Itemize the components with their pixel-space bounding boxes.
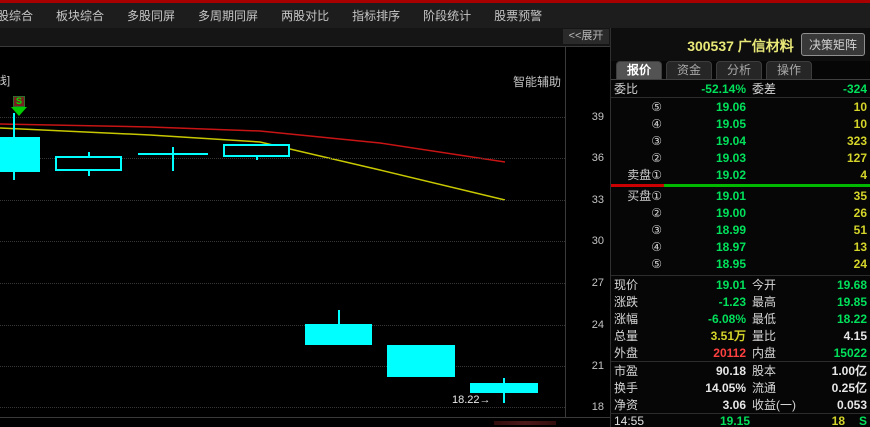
tick-trade-row[interactable]: 14:55 19.15 18 S (611, 414, 870, 427)
buy-levels: 买盘① 19.01 35 ② 19.00 26 ③ 18.99 51 (611, 187, 870, 272)
buy-level-row[interactable]: ③ 18.99 51 (611, 221, 870, 238)
buy-level-row[interactable]: ④ 18.97 13 (611, 238, 870, 255)
low-price-annotation: 18.22→ (452, 394, 491, 406)
y-axis-label: 39 (574, 111, 604, 123)
quote-tab[interactable]: 分析 (716, 61, 762, 79)
detail-row: 涨跌 -1.23 最高 19.85 (611, 293, 870, 310)
chart-header-strip (0, 28, 610, 47)
menu-item[interactable]: 股票预警 (494, 7, 542, 24)
y-axis-label: 33 (574, 194, 604, 206)
kline-chart-pane: <<展开 线] 智能辅助 S 18.22→ 39 36 33 30 27 24 21 18 (0, 28, 610, 427)
gridline (0, 241, 565, 242)
sell-levels: ⑤ 19.06 10 ④ 19.05 10 ③ 19.04 323 ② (611, 98, 870, 183)
divider-green-segment (664, 184, 870, 187)
detail-row: 总量 3.51万 量比 4.15 (611, 327, 870, 344)
quote-panel: 300537 广信材料 决策矩阵 报价 资金 分析 操作 委比 -52.14% … (610, 28, 870, 427)
menu-item[interactable]: 指标排序 (352, 7, 400, 24)
candle-body (223, 144, 290, 157)
y-axis-label: 21 (574, 360, 604, 372)
top-menu-bar: 个股综合 板块综合 多股同屏 多周期同屏 两股对比 指标排序 阶段统计 股票预警 (0, 3, 870, 29)
menu-item[interactable]: 板块综合 (56, 7, 104, 24)
gridline (0, 407, 565, 408)
gridline (0, 325, 565, 326)
tick-time: 14:55 (614, 414, 666, 427)
buy-level-row[interactable]: ⑤ 18.95 24 (611, 255, 870, 272)
y-axis-label: 30 (574, 235, 604, 247)
stock-name: 广信材料 (738, 38, 794, 54)
collapse-panel-button[interactable]: <<展开 (563, 29, 609, 44)
candle-body (0, 137, 40, 172)
y-axis-label: 27 (574, 277, 604, 289)
sell-signal-marker: S (8, 93, 30, 116)
stock-code: 300537 (687, 38, 734, 54)
tick-price: 19.15 (666, 414, 750, 427)
y-axis-label: 36 (574, 152, 604, 164)
menu-item[interactable]: 阶段统计 (423, 7, 471, 24)
menu-item[interactable]: 个股综合 (0, 7, 33, 24)
sell-level-row[interactable]: ④ 19.05 10 (611, 115, 870, 132)
y-axis-label: 24 (574, 319, 604, 331)
diff-value: -324 (810, 82, 867, 96)
detail-row: 外盘 20112 内盘 15022 (611, 344, 870, 362)
smart-assist-label[interactable]: 智能辅助 (505, 73, 561, 90)
y-axis: 39 36 33 30 27 24 21 18 (566, 47, 607, 417)
ratio-label: 委比 (614, 80, 654, 97)
gridline (0, 283, 565, 284)
candle-body (55, 156, 122, 171)
stock-app-window: 个股综合 板块综合 多股同屏 多周期同屏 两股对比 指标排序 阶段统计 股票预警… (0, 0, 870, 427)
sell-level-row[interactable]: ③ 19.04 323 (611, 132, 870, 149)
ratio-value: -52.14% (654, 82, 746, 96)
ma-lines-svg (0, 47, 565, 417)
chart-period-label: 线] (0, 72, 10, 88)
detail-row: 净资 3.06 收益(一) 0.053 (611, 396, 870, 414)
buy-level-row[interactable]: 买盘① 19.01 35 (611, 187, 870, 204)
partial-indicator-text (494, 421, 556, 425)
plot-bottom-border (0, 417, 610, 418)
menu-item[interactable]: 多股同屏 (127, 7, 175, 24)
candle-body (305, 324, 372, 345)
candle-body (138, 153, 208, 155)
detail-row: 换手 14.05% 流通 0.25亿 (611, 379, 870, 396)
quote-tab[interactable]: 操作 (766, 61, 812, 79)
menu-item[interactable]: 两股对比 (281, 7, 329, 24)
quote-tab[interactable]: 报价 (616, 61, 662, 79)
candle-body (387, 345, 455, 377)
gridline (0, 366, 565, 367)
sell-level-row[interactable]: 卖盘① 19.02 4 (611, 166, 870, 183)
y-axis-label: 18 (574, 401, 604, 413)
candle-body (470, 383, 538, 393)
tick-side: S (845, 414, 867, 427)
detail-row: 现价 19.01 今开 19.68 (611, 276, 870, 293)
detail-stats: 现价 19.01 今开 19.68 涨跌 -1.23 最高 19.85 涨幅 -… (611, 275, 870, 414)
tick-volume: 18 (750, 414, 845, 427)
candle-wick (172, 147, 174, 171)
quote-tabs: 报价 资金 分析 操作 (611, 61, 870, 80)
ratio-row: 委比 -52.14% 委差 -324 (611, 80, 870, 98)
quote-tab[interactable]: 资金 (666, 61, 712, 79)
sell-level-row[interactable]: ② 19.03 127 (611, 149, 870, 166)
plot-area[interactable]: 线] 智能辅助 S 18.22→ (0, 47, 565, 417)
gridline (0, 200, 565, 201)
menu-item[interactable]: 多周期同屏 (198, 7, 258, 24)
quote-header: 300537 广信材料 决策矩阵 (611, 28, 870, 61)
diff-label: 委差 (746, 80, 810, 97)
detail-row: 市盈 90.18 股本 1.00亿 (611, 362, 870, 379)
detail-row: 涨幅 -6.08% 最低 18.22 (611, 310, 870, 327)
sell-level-row[interactable]: ⑤ 19.06 10 (611, 98, 870, 115)
sell-signal-s-icon: S (13, 96, 25, 107)
buy-level-row[interactable]: ② 19.00 26 (611, 204, 870, 221)
decision-matrix-button[interactable]: 决策矩阵 (801, 33, 865, 56)
gridline (0, 117, 565, 118)
